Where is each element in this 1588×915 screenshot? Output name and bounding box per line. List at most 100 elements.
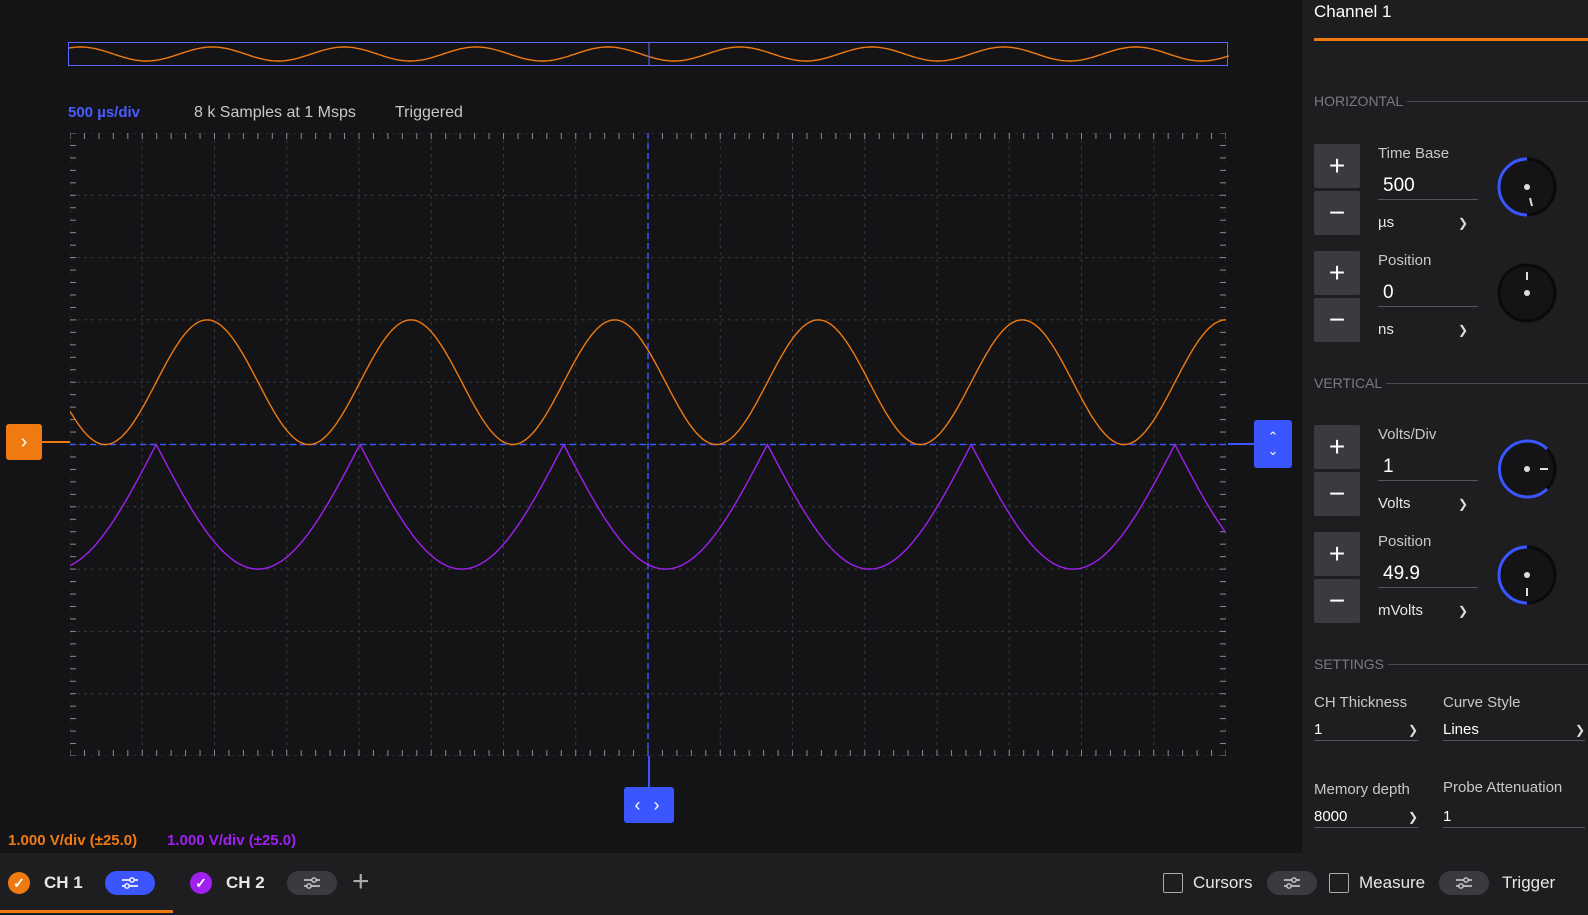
voltsdiv-knob[interactable] [1496, 438, 1558, 500]
curve-style-label: Curve Style [1443, 694, 1521, 711]
hposition-decrease-button[interactable]: − [1314, 298, 1360, 342]
vposition-decrease-button[interactable]: − [1314, 579, 1360, 623]
overview-waveform [69, 43, 1229, 65]
timebase-decrease-button[interactable]: − [1314, 191, 1360, 235]
chevron-down-icon: ⌄ [1267, 443, 1279, 458]
sample-readout: 8 k Samples at 1 Msps [194, 104, 356, 121]
hposition-unit-select[interactable]: ns ❯ [1378, 321, 1468, 338]
select-value: 8000 [1314, 808, 1348, 825]
channel1-offset-marker[interactable]: › [6, 424, 42, 460]
chevron-left-right-icon: ‹ › [634, 794, 664, 815]
minus-icon: − [1328, 304, 1346, 335]
cursors-label: Cursors [1193, 873, 1253, 892]
hposition-increase-button[interactable]: + [1314, 251, 1360, 295]
unit-value: µs [1378, 214, 1395, 231]
minus-icon: − [1328, 197, 1346, 228]
voltsdiv-increase-button[interactable]: + [1314, 425, 1360, 469]
timebase-unit-select[interactable]: µs ❯ [1378, 214, 1468, 231]
tab-ch1[interactable]: ✓ CH 1 [8, 853, 155, 913]
timebase-increase-button[interactable]: + [1314, 144, 1360, 188]
cursors-checkbox[interactable] [1163, 873, 1183, 893]
ch-thickness-select[interactable]: 1 ❯ [1314, 719, 1418, 741]
hposition-input[interactable] [1378, 279, 1478, 307]
measure-label: Measure [1359, 873, 1426, 892]
checkmark-icon[interactable]: ✓ [8, 872, 30, 894]
trigger-level-marker[interactable]: ⌃ ⌄ [1254, 420, 1292, 468]
input-value: 1 [1443, 808, 1452, 825]
bottom-toolbar: ✓ CH 1 ✓ CH 2 + Cursors Measure Trigger [0, 853, 1588, 915]
waveform-plot [70, 133, 1226, 756]
horizontal-position-marker[interactable]: ‹ › [624, 787, 674, 823]
timeline-overview[interactable] [68, 42, 1229, 66]
add-channel-button[interactable]: + [352, 865, 370, 899]
trigger-status: Triggered [395, 104, 463, 121]
memory-depth-label: Memory depth [1314, 781, 1410, 798]
active-tab-indicator [0, 910, 173, 913]
vposition-unit-select[interactable]: mVolts ❯ [1378, 602, 1468, 619]
trigger-tab[interactable]: Trigger [1502, 853, 1555, 913]
chevron-down-icon: ❯ [1457, 603, 1468, 618]
voltsdiv-decrease-button[interactable]: − [1314, 472, 1360, 516]
trigger-label: Trigger [1502, 873, 1556, 892]
plus-icon: + [1328, 150, 1346, 181]
unit-value: ns [1378, 321, 1394, 338]
chevron-down-icon: ❯ [1407, 722, 1418, 737]
sliders-icon [121, 877, 138, 889]
timebase-readout: 500 µs/div [68, 104, 141, 121]
sliders-icon [1283, 877, 1300, 889]
vposition-increase-button[interactable]: + [1314, 532, 1360, 576]
measure-checkbox[interactable] [1329, 873, 1349, 893]
plus-icon: + [352, 865, 370, 898]
channel-offset-line [42, 441, 70, 443]
ch2-settings-button[interactable] [286, 871, 337, 895]
probe-attenuation-input[interactable]: 1 [1443, 806, 1585, 828]
plus-icon: + [1328, 538, 1346, 569]
chevron-down-icon: ❯ [1457, 496, 1468, 511]
timebase-knob[interactable] [1496, 156, 1558, 218]
timebase-input[interactable] [1378, 172, 1478, 200]
curve-style-select[interactable]: Lines ❯ [1443, 719, 1585, 741]
ch1-settings-button[interactable] [104, 871, 155, 895]
chevron-up-icon: ⌃ [1267, 429, 1279, 444]
minus-icon: − [1328, 585, 1346, 616]
chevron-down-icon: ❯ [1574, 722, 1585, 737]
minus-icon: − [1328, 478, 1346, 509]
ch2-scale-readout: 1.000 V/div (±25.0) [167, 832, 297, 849]
vposition-label: Position [1378, 533, 1432, 550]
ch1-scale-readout: 1.000 V/div (±25.0) [8, 832, 138, 849]
unit-value: mVolts [1378, 602, 1424, 619]
checkmark-icon[interactable]: ✓ [190, 872, 212, 894]
voltsdiv-label: Volts/Div [1378, 426, 1437, 443]
chevron-down-icon: ❯ [1457, 322, 1468, 337]
hposition-knob[interactable] [1496, 262, 1558, 324]
plus-icon: + [1328, 431, 1346, 462]
select-value: 1 [1314, 721, 1323, 738]
chevron-down-icon: ❯ [1407, 809, 1418, 824]
tab-ch2[interactable]: ✓ CH 2 [190, 853, 337, 913]
tab-label: CH 2 [226, 873, 265, 892]
vposition-input[interactable] [1378, 560, 1478, 588]
measure-toggle[interactable]: Measure [1329, 853, 1490, 913]
section-label: HORIZONTAL [1314, 93, 1404, 109]
vertical-section-header: VERTICAL [1314, 375, 1588, 391]
vposition-knob[interactable] [1496, 544, 1558, 606]
voltsdiv-input[interactable] [1378, 453, 1478, 481]
hposition-label: Position [1378, 252, 1432, 269]
tab-label: CH 1 [44, 873, 83, 892]
panel-title-underline [1314, 38, 1588, 41]
measure-settings-button[interactable] [1439, 871, 1490, 895]
select-value: Lines [1443, 721, 1479, 738]
chevron-down-icon: ❯ [1457, 215, 1468, 230]
probe-attenuation-label: Probe Attenuation [1443, 779, 1563, 796]
sliders-icon [1456, 877, 1473, 889]
cursors-toggle[interactable]: Cursors [1163, 853, 1317, 913]
cursors-settings-button[interactable] [1266, 871, 1317, 895]
channel-settings-panel: Channel 1 HORIZONTAL + − Time Base µs ❯ +… [1302, 0, 1588, 853]
panel-title: Channel 1 [1314, 2, 1392, 21]
horizontal-section-header: HORIZONTAL [1314, 93, 1588, 109]
chevron-right-icon: › [20, 430, 28, 453]
voltsdiv-unit-select[interactable]: Volts ❯ [1378, 495, 1468, 512]
memory-depth-select[interactable]: 8000 ❯ [1314, 806, 1418, 828]
sliders-icon [303, 877, 320, 889]
ch-thickness-label: CH Thickness [1314, 694, 1408, 711]
